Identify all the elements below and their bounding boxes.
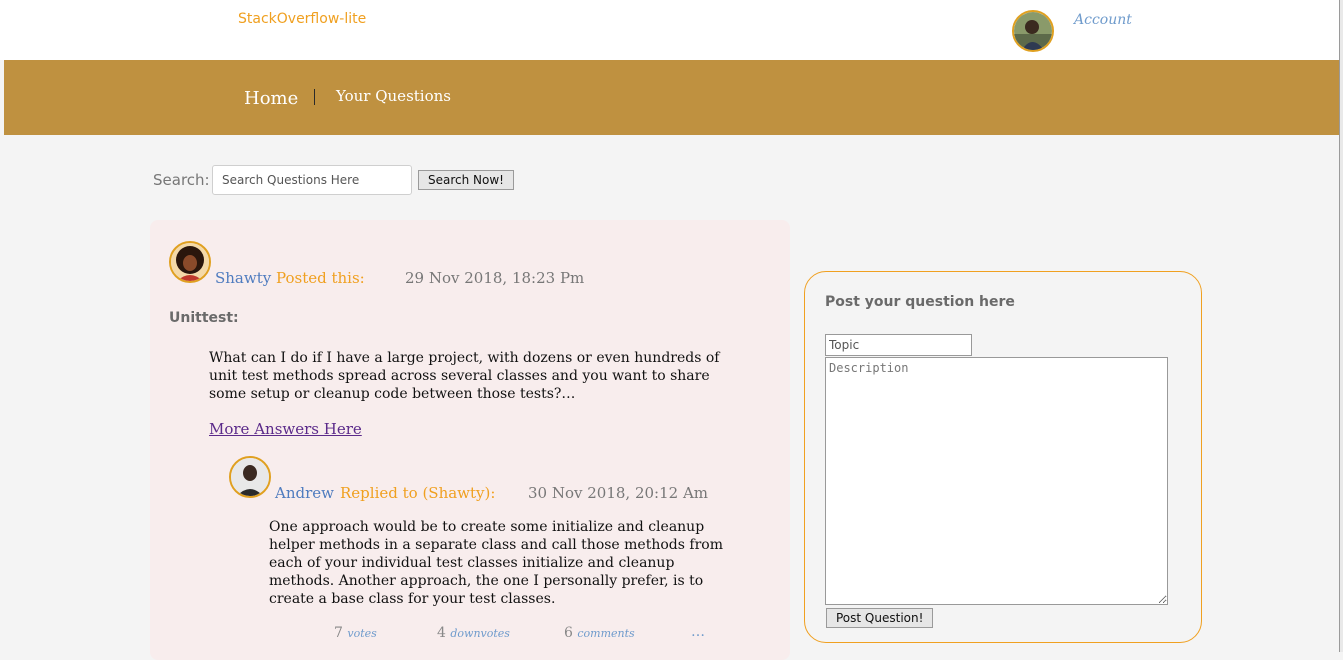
question-author[interactable]: Shawty xyxy=(215,269,271,287)
votes-stat[interactable]: 7 votes xyxy=(334,625,377,641)
more-answers-link[interactable]: More Answers Here xyxy=(209,420,362,438)
post-question-button[interactable]: Post Question! xyxy=(826,608,934,628)
reply-author[interactable]: Andrew xyxy=(275,484,334,502)
comments-stat[interactable]: 6 comments xyxy=(564,625,635,641)
post-question-panel: Post your question here Post Question! xyxy=(804,271,1202,643)
andrew-avatar xyxy=(229,456,271,498)
reply-date: 30 Nov 2018, 20:12 Am xyxy=(528,484,709,502)
shawty-avatar xyxy=(169,241,211,283)
post-panel-title: Post your question here xyxy=(825,294,1015,310)
search-input[interactable] xyxy=(212,165,412,195)
question-action-label: Posted this: xyxy=(276,269,365,287)
scrollbar[interactable] xyxy=(1339,0,1343,652)
nav-home-link[interactable]: Home xyxy=(244,88,298,109)
question-topic: Unittest: xyxy=(169,310,239,326)
downvotes-stat[interactable]: 4 downvotes xyxy=(437,625,510,641)
nav-divider xyxy=(314,89,315,105)
reply-action-label: Replied to (Shawty): xyxy=(340,484,496,502)
question-date: 29 Nov 2018, 18:23 Pm xyxy=(405,269,585,287)
main-nav: Home Your Questions xyxy=(4,60,1339,135)
brand-logo-text[interactable]: StackOverflow-lite xyxy=(238,11,366,27)
nav-your-questions-link[interactable]: Your Questions xyxy=(336,87,451,105)
question-card: Shawty Posted this: 29 Nov 2018, 18:23 P… xyxy=(150,220,790,660)
top-header: StackOverflow-lite Account xyxy=(0,0,1343,60)
search-label: Search: xyxy=(153,171,210,189)
more-options-icon[interactable]: … xyxy=(691,624,706,640)
user-avatar[interactable] xyxy=(1012,10,1054,52)
reply-body: One approach would be to create some ini… xyxy=(269,519,723,607)
account-link[interactable]: Account xyxy=(1074,12,1132,28)
description-textarea[interactable] xyxy=(825,357,1168,605)
question-body: What can I do if I have a large project,… xyxy=(209,350,720,402)
topic-input[interactable] xyxy=(825,334,972,356)
search-button[interactable]: Search Now! xyxy=(418,170,514,190)
